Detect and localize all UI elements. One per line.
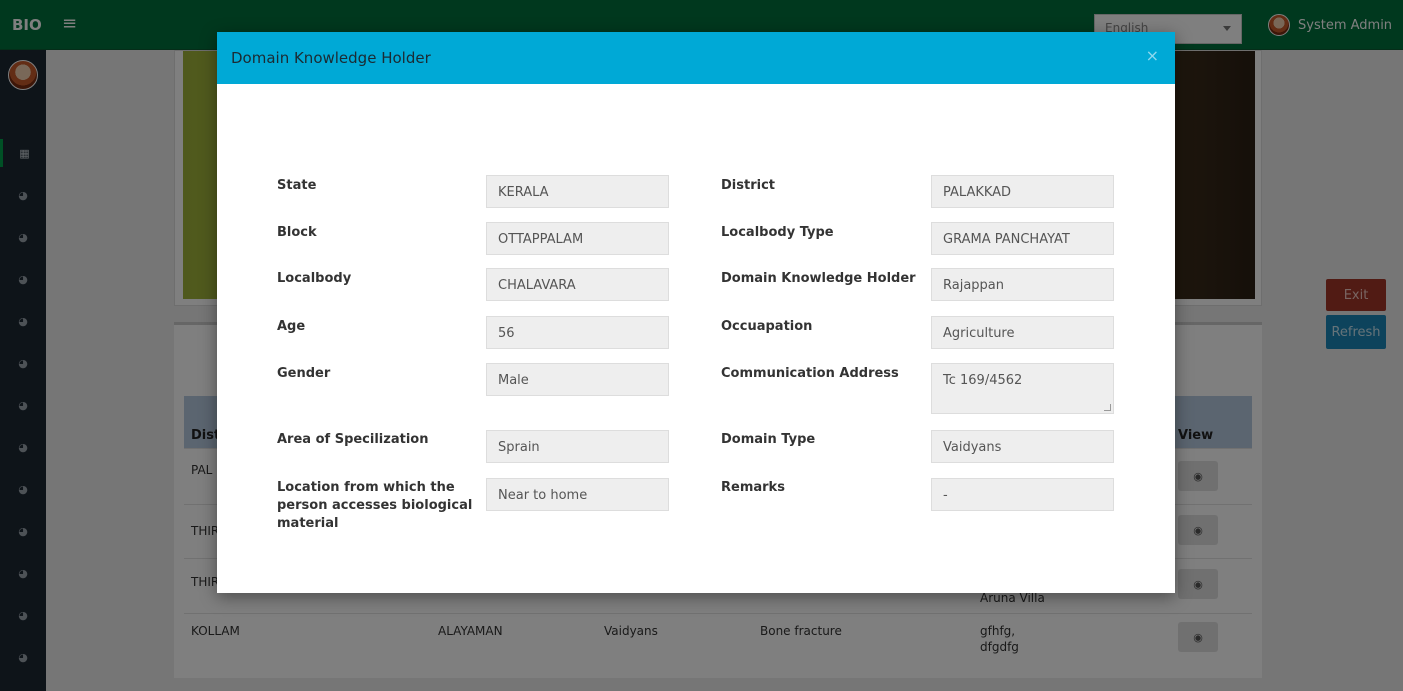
occupation-field[interactable]: Agriculture — [931, 316, 1114, 349]
occupation-label: Occuapation — [721, 319, 813, 334]
district-field[interactable]: PALAKKAD — [931, 175, 1114, 208]
localbody-field[interactable]: CHALAVARA — [486, 268, 669, 301]
modal-title: Domain Knowledge Holder — [231, 49, 431, 67]
state-label: State — [277, 178, 317, 193]
remarks-label: Remarks — [721, 480, 785, 495]
localbody-label: Localbody — [277, 271, 352, 286]
holder-label: Domain Knowledge Holder — [721, 271, 916, 286]
domain-type-label: Domain Type — [721, 432, 816, 447]
specialization-label: Area of Specilization — [277, 432, 429, 447]
age-label: Age — [277, 319, 306, 334]
age-field[interactable]: 56 — [486, 316, 669, 349]
state-field[interactable]: KERALA — [486, 175, 669, 208]
location-label: Location from which the person accesses … — [277, 480, 473, 531]
district-label: District — [721, 178, 775, 193]
holder-field[interactable]: Rajappan — [931, 268, 1114, 301]
domain-knowledge-holder-modal: Domain Knowledge Holder × State KERALA D… — [217, 32, 1175, 593]
remarks-field[interactable]: - — [931, 478, 1114, 511]
gender-field[interactable]: Male — [486, 363, 669, 396]
localbody-type-label: Localbody Type — [721, 225, 834, 240]
close-icon[interactable]: × — [1146, 46, 1159, 65]
domain-type-field[interactable]: Vaidyans — [931, 430, 1114, 463]
resize-grip-icon[interactable] — [1104, 404, 1111, 411]
address-textarea[interactable]: Tc 169/4562 — [931, 363, 1114, 414]
specialization-field[interactable]: Sprain — [486, 430, 669, 463]
block-field[interactable]: OTTAPPALAM — [486, 222, 669, 255]
address-value: Tc 169/4562 — [943, 373, 1023, 388]
location-field[interactable]: Near to home — [486, 478, 669, 511]
block-label: Block — [277, 225, 317, 240]
localbody-type-field[interactable]: GRAMA PANCHAYAT — [931, 222, 1114, 255]
modal-header: Domain Knowledge Holder × — [217, 32, 1175, 84]
gender-label: Gender — [277, 366, 331, 381]
address-label: Communication Address — [721, 366, 899, 381]
